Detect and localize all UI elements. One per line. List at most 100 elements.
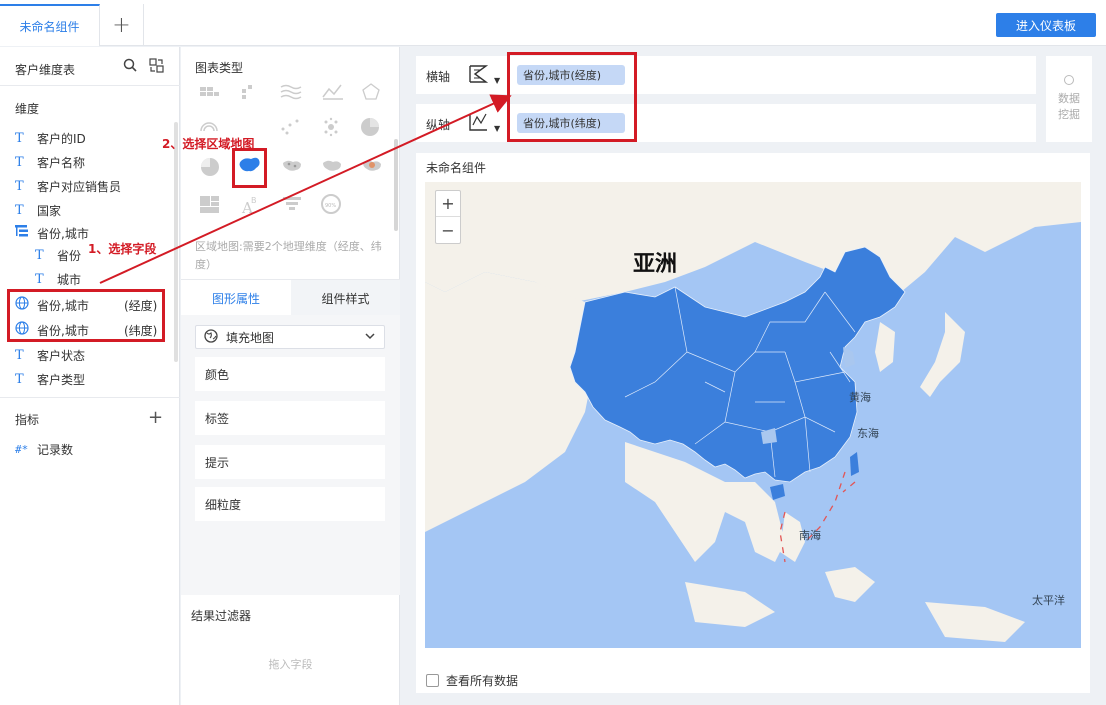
field-label: 省份,城市 — [37, 226, 89, 241]
zoom-out-button[interactable]: − — [436, 217, 460, 243]
axis-type-icon[interactable] — [468, 111, 490, 136]
flow-map-icon[interactable] — [323, 160, 341, 171]
show-all-checkbox[interactable] — [426, 674, 439, 687]
enter-dashboard-button[interactable]: 进入仪表板 — [996, 13, 1096, 37]
text-type-icon: T — [15, 130, 24, 146]
scrollbar[interactable] — [174, 122, 178, 362]
line-chart-icon[interactable] — [322, 84, 343, 100]
text-type-icon: T — [15, 347, 24, 363]
radar-icon[interactable] — [362, 83, 380, 100]
sea-label-east: 东海 — [857, 427, 879, 440]
field-label: 客户状态 — [37, 348, 86, 363]
multi-pie-icon[interactable] — [200, 122, 218, 132]
field-label: 客户类型 — [37, 372, 86, 387]
show-all-data[interactable]: 查看所有数据 — [426, 672, 518, 689]
filter-drop-zone[interactable]: 拖入字段 — [191, 633, 390, 695]
field-panel: 客户维度表 维度 T 客户的ID T 客户名称 T 客户对应销售员 T 国家 省份,城市… — [0, 47, 180, 705]
pie-chart-icon[interactable] — [361, 118, 379, 136]
tab-graph-properties[interactable]: 图形属性 — [181, 280, 291, 316]
svg-text:B: B — [251, 196, 257, 205]
tab-component-style[interactable]: 组件样式 — [291, 280, 400, 316]
metric-title: 指标 — [15, 413, 40, 427]
text-type-icon: T — [15, 202, 24, 218]
sea-label-south: 南海 — [799, 529, 821, 542]
map-canvas — [425, 182, 1081, 642]
field-record-count[interactable]: #* 记录数 — [15, 439, 73, 459]
field-label: 城市 — [57, 272, 82, 287]
svg-text:90%: 90% — [325, 203, 336, 209]
field-label: 客户名称 — [37, 155, 86, 170]
gauge-icon[interactable]: 90% — [321, 194, 341, 214]
caret-down-icon[interactable]: ▼ — [494, 76, 500, 85]
grouped-table-icon[interactable] — [200, 87, 219, 96]
sea-label-yellow: 黄海 — [849, 391, 871, 404]
field-customer-name[interactable]: T 客户名称 — [15, 152, 85, 172]
field-label: 省份 — [57, 248, 82, 263]
switch-table-icon[interactable] — [149, 58, 164, 76]
annotation-box-region-map — [232, 148, 267, 188]
field-country[interactable]: T 国家 — [15, 200, 61, 220]
prop-label[interactable]: 标签 — [195, 401, 385, 435]
scrollbar[interactable] — [394, 139, 398, 231]
bubble-icon[interactable] — [324, 117, 338, 137]
field-city[interactable]: T 城市 — [35, 269, 81, 289]
funnel-icon[interactable] — [283, 197, 301, 210]
text-type-icon: T — [15, 154, 24, 170]
chart-widget: 未命名组件 + − 亚洲 黄海 东海 南海 太平洋 查看所有数据 — [416, 153, 1090, 693]
globe-icon — [204, 328, 218, 346]
divider — [0, 85, 180, 86]
chevron-down-icon — [364, 330, 376, 345]
text-type-icon: T — [35, 247, 44, 263]
search-icon[interactable] — [123, 58, 137, 75]
caret-down-icon[interactable]: ▼ — [494, 124, 500, 133]
field-customer-type[interactable]: T 客户类型 — [15, 369, 85, 389]
show-all-label: 查看所有数据 — [446, 674, 519, 688]
chart-type-grid: AB 90% — [200, 83, 381, 217]
land-central-asia — [425, 272, 595, 532]
field-label: 国家 — [37, 203, 62, 218]
text-type-icon: T — [15, 371, 24, 387]
widget-title: 未命名组件 — [426, 161, 487, 175]
scatter-dots-icon[interactable] — [281, 119, 299, 135]
zoom-in-button[interactable]: + — [436, 191, 460, 217]
mining-label-1: 数据 — [1058, 92, 1080, 105]
map-type-select[interactable]: 填充地图 — [195, 325, 385, 349]
field-label: 客户对应销售员 — [37, 179, 122, 194]
divider — [0, 397, 180, 398]
chart-type-title: 图表类型 — [195, 61, 244, 75]
heat-map-icon[interactable] — [363, 160, 381, 171]
rectangle-tree-icon[interactable] — [200, 196, 219, 213]
text-widget-icon[interactable]: AB — [241, 196, 257, 217]
zoom-control: + − — [435, 190, 461, 244]
add-metric-icon[interactable]: + — [148, 407, 163, 428]
annotation-box-axes — [507, 52, 637, 142]
mining-icon — [1064, 75, 1074, 85]
annotation-step-2: 2、选择区域地图 — [162, 137, 255, 151]
add-tab-button[interactable]: + — [100, 4, 144, 46]
field-customer-id[interactable]: T 客户的ID — [15, 128, 86, 148]
field-customer-status[interactable]: T 客户状态 — [15, 345, 85, 365]
data-mining-button[interactable]: 数据 挖掘 — [1046, 56, 1092, 142]
point-map-icon[interactable] — [283, 160, 301, 171]
china-taiwan — [850, 452, 859, 476]
scatter-small-icon[interactable] — [242, 85, 252, 99]
donut-pie-icon[interactable] — [201, 158, 219, 176]
result-filter-title: 结果过滤器 — [191, 609, 252, 623]
tab-unnamed-component[interactable]: 未命名组件 — [0, 4, 100, 46]
text-type-icon: T — [35, 271, 44, 287]
field-customer-salesperson[interactable]: T 客户对应销售员 — [15, 176, 121, 196]
prop-color[interactable]: 颜色 — [195, 357, 385, 391]
annotation-box-fields — [7, 289, 165, 342]
area-line-icon[interactable] — [280, 84, 302, 100]
prop-tooltip[interactable]: 提示 — [195, 445, 385, 479]
region-map[interactable]: + − 亚洲 黄海 东海 南海 太平洋 — [425, 182, 1081, 648]
map-type-label: 填充地图 — [226, 330, 275, 345]
axis-type-icon[interactable] — [468, 63, 490, 88]
field-province-city-hierarchy[interactable]: 省份,城市 — [15, 223, 89, 243]
prop-granularity[interactable]: 细粒度 — [195, 487, 385, 521]
metric-type-icon: #* — [15, 442, 29, 456]
land-korea-japan — [875, 312, 965, 397]
y-axis-label: 纵轴 — [426, 118, 451, 132]
field-province[interactable]: T 省份 — [35, 245, 81, 265]
chart-type-description: 区域地图:需要2个地理维度（经度、纬度） — [195, 240, 382, 271]
